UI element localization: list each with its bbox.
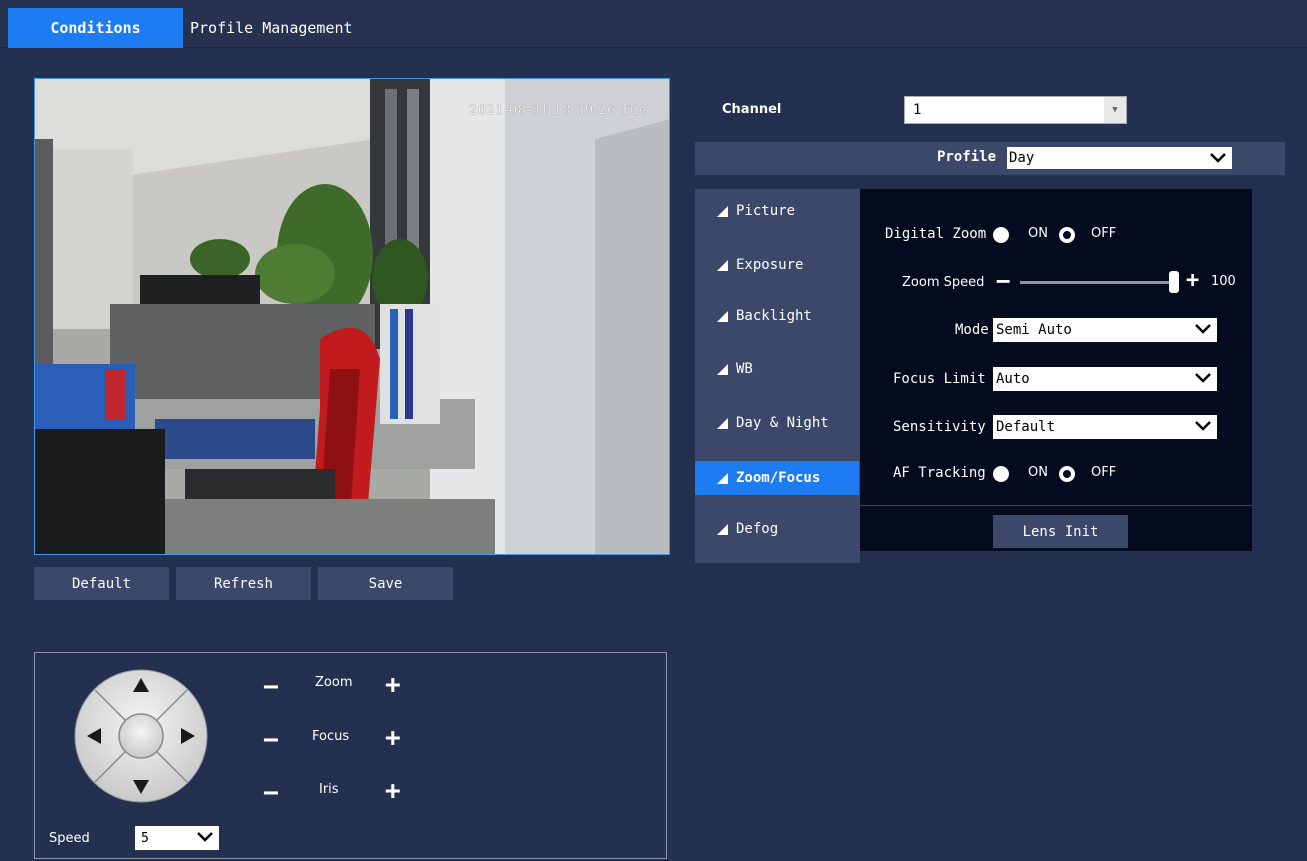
focus-limit-value: Auto [996,371,1030,387]
sensitivity-label: Sensitivity [893,419,986,435]
menu-item-defog[interactable]: Defog [695,512,860,546]
profile-value: Day [1009,150,1035,166]
tab-conditions[interactable]: Conditions [8,8,183,48]
zoom-speed-label: Zoom Speed [902,275,985,290]
refresh-button[interactable]: Refresh [176,567,311,600]
profile-label: Profile [937,149,997,165]
mode-select[interactable]: Semi Auto [993,318,1217,342]
zoom-speed-slider-handle[interactable] [1169,271,1179,293]
speed-value: 5 [141,830,149,846]
af-tracking-on-label: ON [1028,465,1048,480]
af-tracking-label: AF Tracking [893,465,986,481]
digital-zoom-label: Digital Zoom [885,226,987,242]
triangle-icon [717,259,728,271]
digital-zoom-on-radio[interactable] [993,227,1009,243]
tab-profile-management[interactable]: Profile Management [190,8,353,48]
iris-minus-button[interactable]: − [263,780,279,806]
dropdown-arrow-icon: ▼ [1104,97,1126,123]
chevron-down-icon [1195,373,1211,383]
save-button[interactable]: Save [318,567,453,600]
menu-item-label: Picture [736,203,796,219]
menu-item-exposure[interactable]: Exposure [695,248,860,282]
focus-limit-label: Focus Limit [893,371,986,387]
zoom-minus-button[interactable]: − [263,674,279,700]
menu-item-label: Backlight [736,308,812,324]
speed-label: Speed [49,831,90,846]
channel-value: 1 [913,102,922,118]
menu-item-label: Exposure [736,257,804,273]
digital-zoom-on-label: ON [1028,226,1048,241]
focus-label: Focus [312,729,350,744]
mode-value: Semi Auto [996,322,1072,338]
digital-zoom-off-radio[interactable] [1059,227,1075,243]
zoom-speed-minus-button[interactable]: − [996,269,1018,293]
chevron-down-icon [1195,324,1211,334]
sensitivity-value: Default [996,419,1056,435]
menu-item-label: Zoom/Focus [736,470,821,486]
triangle-icon [717,310,728,322]
lens-init-button[interactable]: Lens Init [993,515,1128,548]
menu-item-wb[interactable]: WB [695,352,860,386]
digital-zoom-off-label: OFF [1091,226,1117,241]
af-tracking-off-radio[interactable] [1059,466,1075,482]
focus-minus-button[interactable]: − [263,727,279,753]
default-button[interactable]: Default [34,567,169,600]
zoom-plus-button[interactable]: + [385,672,401,698]
channel-label: Channel [722,102,782,117]
iris-label: Iris [319,782,339,797]
af-tracking-on-radio[interactable] [993,466,1009,482]
mode-label: Mode [955,322,989,338]
sensitivity-select[interactable]: Default [993,415,1217,439]
triangle-icon [717,363,728,375]
zoom-speed-track[interactable] [1020,281,1175,284]
camera-preview: 2021-08-31 18:39:26 Tue [34,78,670,555]
settings-divider [860,505,1252,506]
menu-item-day-night[interactable]: Day & Night [695,406,860,440]
menu-item-label: Day & Night [736,415,829,431]
speed-select[interactable]: 5 [135,826,219,850]
chevron-down-icon [197,832,213,842]
menu-item-picture[interactable]: Picture [695,194,860,228]
triangle-icon [717,205,728,217]
af-tracking-off-label: OFF [1091,465,1117,480]
ptz-control-panel: − Zoom + − Focus + − Iris + Speed 5 [34,652,667,859]
zoom-speed-plus-button[interactable]: + [1186,270,1199,292]
profile-select[interactable]: Day [1007,147,1232,169]
zoom-label: Zoom [315,675,353,690]
osd-timestamp: 2021-08-31 18:39:26 Tue [469,103,647,118]
menu-item-label: WB [736,361,753,377]
zoom-speed-value: 100 [1211,274,1236,289]
triangle-icon [717,417,728,429]
triangle-icon [717,523,728,535]
iris-plus-button[interactable]: + [385,778,401,804]
triangle-icon [717,472,728,484]
menu-item-label: Defog [736,521,779,537]
settings-menu: Picture Exposure Backlight WB Day & Nigh… [695,189,860,563]
menu-item-backlight[interactable]: Backlight [695,299,860,333]
focus-limit-select[interactable]: Auto [993,367,1217,391]
camera-scene [35,79,669,554]
channel-select[interactable]: 1 ▼ [904,96,1127,124]
menu-item-zoom-focus[interactable]: Zoom/Focus [695,461,859,495]
chevron-down-icon [1210,153,1226,163]
focus-plus-button[interactable]: + [385,725,401,751]
ptz-direction-pad[interactable] [73,668,209,804]
chevron-down-icon [1195,421,1211,431]
